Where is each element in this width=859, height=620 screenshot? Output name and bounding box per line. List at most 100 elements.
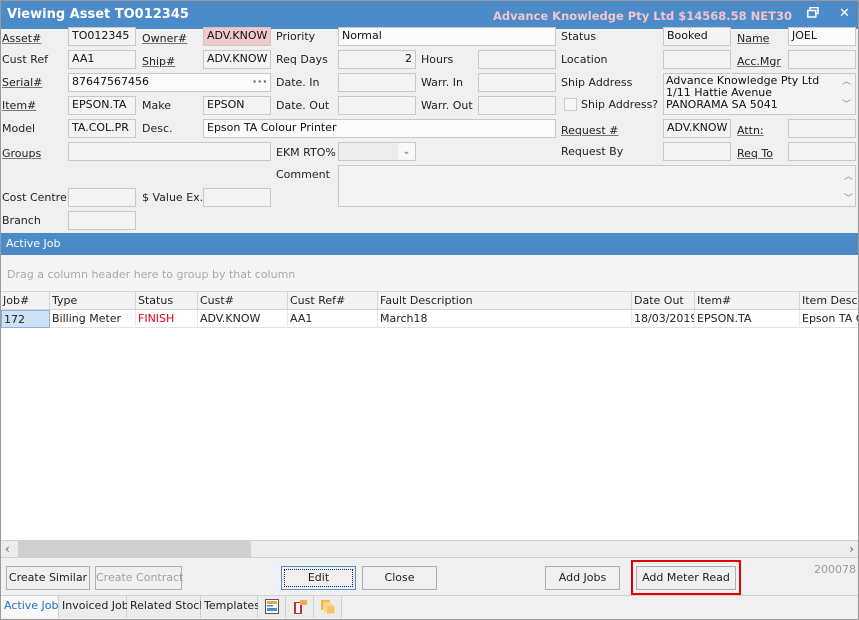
requestby-field[interactable] xyxy=(663,142,731,161)
window-title: Viewing Asset TO012345 xyxy=(7,7,189,22)
ship-field[interactable]: ADV.KNOW xyxy=(203,50,271,69)
make-field[interactable]: EPSON xyxy=(203,96,271,115)
scroll-left-icon[interactable]: ‹ xyxy=(5,542,10,556)
status-field[interactable]: Booked xyxy=(663,27,731,46)
cell-item[interactable]: EPSON.TA xyxy=(695,310,800,328)
create-contract-button[interactable]: Create Contract xyxy=(95,566,183,590)
warrout-field[interactable] xyxy=(478,96,556,115)
column-header-fault[interactable]: Fault Description xyxy=(378,292,632,310)
shipaddress-label: Ship Address xyxy=(561,76,633,89)
scroll-up-icon[interactable]: ︿ xyxy=(842,76,851,88)
hours-field[interactable] xyxy=(478,50,556,69)
request-label[interactable]: Request # xyxy=(561,124,618,137)
branch-field[interactable] xyxy=(68,211,136,230)
serial-value: 87647567456 xyxy=(72,75,149,88)
hours-label: Hours xyxy=(421,53,454,66)
cell-fault[interactable]: March18 xyxy=(378,310,632,328)
warrin-field[interactable] xyxy=(478,73,556,92)
table-row[interactable]: 172 Billing Meter FINISH ADV.KNOW AA1 Ma… xyxy=(1,310,858,328)
tab-documents[interactable] xyxy=(314,596,342,618)
cell-type[interactable]: Billing Meter xyxy=(50,310,136,328)
tab-clipboard[interactable] xyxy=(286,596,314,618)
cell-custref[interactable]: AA1 xyxy=(288,310,378,328)
close-button[interactable]: Close xyxy=(362,566,437,590)
attn-field[interactable] xyxy=(788,119,856,138)
tab-form[interactable] xyxy=(258,596,286,618)
ship-label[interactable]: Ship# xyxy=(142,55,175,68)
asset-window: Viewing Asset TO012345 Advance Knowledge… xyxy=(0,0,859,620)
owner-field[interactable]: ADV.KNOW xyxy=(203,27,271,46)
priority-field[interactable]: Normal xyxy=(338,27,556,46)
create-similar-button[interactable]: Create Similar xyxy=(6,566,90,590)
shipaddress-field[interactable]: Advance Knowledge Pty Ltd 1/11 Hattie Av… xyxy=(663,73,856,115)
scroll-right-icon[interactable]: › xyxy=(849,542,854,556)
attn-label[interactable]: Attn: xyxy=(737,124,764,137)
costcentre-field[interactable] xyxy=(68,188,136,207)
tab-templates[interactable]: Templates xyxy=(201,596,260,618)
comment-scroll-up-icon[interactable]: ︿ xyxy=(844,169,853,182)
column-header-item[interactable]: Item# xyxy=(695,292,800,310)
ekm-label: EKM RTO% xyxy=(276,146,336,159)
comment-field[interactable] xyxy=(338,165,856,207)
shipaddress-checkbox[interactable] xyxy=(564,98,577,111)
column-header-status[interactable]: Status xyxy=(136,292,198,310)
cell-itemdesc[interactable]: Epson TA Colour Printer xyxy=(800,310,858,328)
column-header-itemdesc[interactable]: Item Desc xyxy=(800,292,858,310)
desc-field[interactable]: Epson TA Colour Printer xyxy=(203,119,556,138)
edit-button[interactable]: Edit xyxy=(281,566,356,590)
comment-scroll-down-icon[interactable]: ﹀ xyxy=(844,191,853,204)
cell-dateout[interactable]: 18/03/2019 xyxy=(632,310,695,328)
ekm-dropdown[interactable]: ⌄ xyxy=(338,142,416,161)
restore-window-icon[interactable] xyxy=(807,6,819,22)
chevron-down-icon[interactable]: ⌄ xyxy=(398,143,415,160)
item-field[interactable]: EPSON.TA xyxy=(68,96,136,115)
datein-label: Date. In xyxy=(276,76,320,89)
cell-job[interactable]: 172 xyxy=(1,310,50,328)
column-header-type[interactable]: Type xyxy=(50,292,136,310)
groups-field[interactable] xyxy=(68,142,271,161)
request-field[interactable]: ADV.KNOW xyxy=(663,119,731,138)
highlight-box xyxy=(631,560,741,595)
tab-related-stock[interactable]: Related Stock xyxy=(127,596,206,618)
close-icon[interactable]: ✕ xyxy=(839,6,850,21)
column-header-dateout[interactable]: Date Out xyxy=(632,292,695,310)
add-jobs-button[interactable]: Add Jobs xyxy=(545,566,620,590)
accmgr-label[interactable]: Acc.Mgr xyxy=(737,55,781,68)
comment-label: Comment xyxy=(276,168,330,181)
item-label[interactable]: Item# xyxy=(2,99,36,112)
tab-invoiced-job[interactable]: Invoiced Job xyxy=(59,596,129,618)
serial-field[interactable]: 87647567456 ··· xyxy=(68,73,271,92)
record-id: 200078 xyxy=(814,563,856,576)
valueex-field[interactable] xyxy=(203,188,271,207)
owner-label[interactable]: Owner# xyxy=(142,32,187,45)
serial-label: Serial# xyxy=(2,76,43,89)
custref-field[interactable]: AA1 xyxy=(68,50,136,69)
datein-field[interactable] xyxy=(338,73,416,92)
cell-cust[interactable]: ADV.KNOW xyxy=(198,310,288,328)
scrollbar-thumb[interactable] xyxy=(18,541,251,557)
location-field[interactable] xyxy=(663,50,731,69)
asset-field[interactable]: TO012345 xyxy=(68,27,136,46)
jobs-grid: Job# Type Status Cust# Cust Ref# Fault D… xyxy=(1,292,858,540)
branch-label: Branch xyxy=(2,214,41,227)
name-label[interactable]: Name xyxy=(737,32,769,45)
column-header-custref[interactable]: Cust Ref# xyxy=(288,292,378,310)
name-field[interactable]: JOEL xyxy=(788,27,856,46)
accmgr-field[interactable] xyxy=(788,50,856,69)
scroll-down-icon[interactable]: ﹀ xyxy=(842,99,851,111)
custref-label: Cust Ref xyxy=(2,53,48,66)
reqto-label[interactable]: Req To xyxy=(737,147,773,160)
groups-label[interactable]: Groups xyxy=(2,147,41,160)
status-label: Status xyxy=(561,30,597,43)
dateout-field[interactable] xyxy=(338,96,416,115)
cell-status[interactable]: FINISH xyxy=(136,310,198,328)
reqto-field[interactable] xyxy=(788,142,856,161)
reqdays-field[interactable]: 2 xyxy=(338,50,416,69)
ellipsis-button-icon[interactable]: ··· xyxy=(252,75,268,88)
column-header-job[interactable]: Job# xyxy=(1,292,50,310)
group-by-area[interactable]: Drag a column header here to group by th… xyxy=(1,255,858,292)
horizontal-scrollbar[interactable]: ‹ › xyxy=(1,540,858,558)
model-field[interactable]: TA.COL.PR xyxy=(68,119,136,138)
tab-active-job[interactable]: Active Job xyxy=(1,596,59,618)
column-header-cust[interactable]: Cust# xyxy=(198,292,288,310)
